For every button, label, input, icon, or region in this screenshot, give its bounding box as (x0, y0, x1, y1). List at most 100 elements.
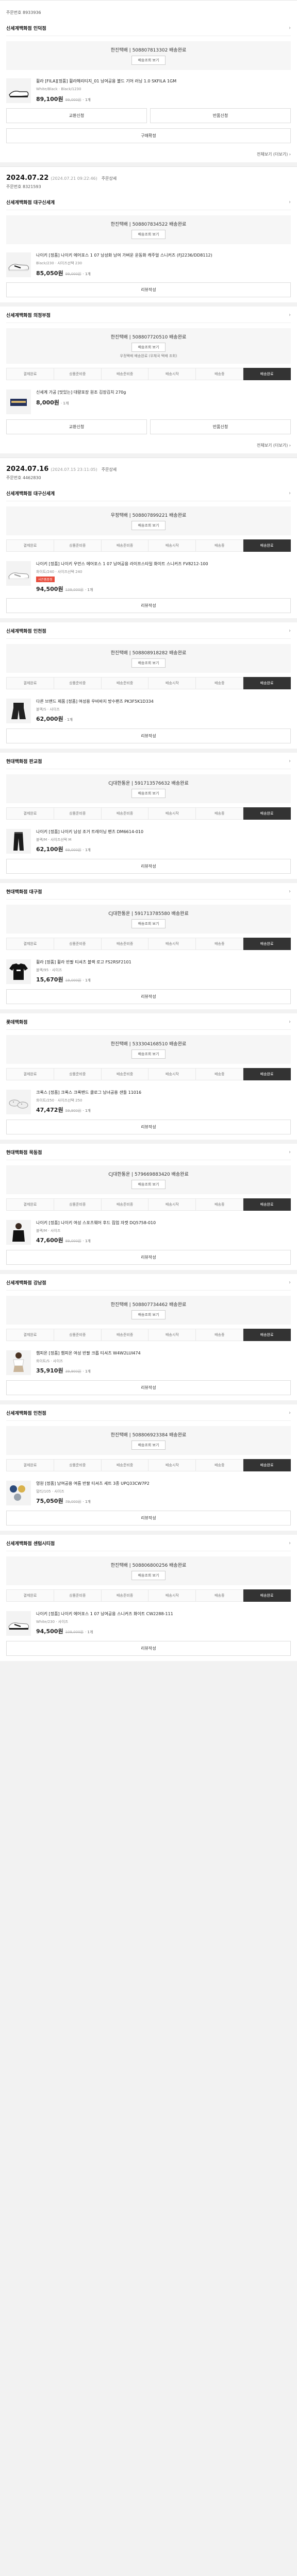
track-shipping-button[interactable]: 배송조회 보기 (131, 343, 166, 352)
product-thumbnail[interactable] (6, 1611, 31, 1636)
track-shipping-button[interactable]: 배송조회 보기 (131, 919, 166, 928)
review-button[interactable]: 리뷰작성 (6, 282, 291, 297)
product-thumbnail[interactable] (6, 389, 31, 414)
track-shipping-button[interactable]: 배송조회 보기 (131, 56, 166, 65)
product-name[interactable]: 휠라 [FILA][정품] 휠라헤리티지_01 남여공용 볼드 기어 러닝 1.… (36, 78, 291, 84)
shipping-status-box: 한진택배 | 508806923384 배송완료배송조회 보기 (6, 1426, 291, 1455)
product-thumbnail[interactable] (6, 959, 31, 984)
action-buttons: 교환신청 반품신청 (6, 419, 291, 439)
shop-header[interactable]: 현대백화점 판교점 › (6, 758, 291, 769)
product-name[interactable]: 크록스 [정품] 크록스 크록밴드 클로그 남녀공용 샌들 11016 (36, 1090, 291, 1096)
product-name[interactable]: 나이키 [정품] 나이키 에어포스 1 07 남성화 남여 가벼운 운동화 캐주… (36, 252, 291, 259)
review-button[interactable]: 리뷰작성 (6, 1119, 291, 1134)
order-item[interactable]: 다른 브랜드 제품 [정품] 여성용 우비바지 방수팬츠 PK3F5K1D334… (6, 694, 291, 728)
exchange-button[interactable]: 교환신청 (6, 419, 147, 434)
shop-name: 현대백화점 목동점 (6, 1150, 42, 1156)
review-button[interactable]: 리뷰작성 (6, 1380, 291, 1395)
order-detail-link[interactable]: 주문상세 (102, 467, 117, 472)
return-button[interactable]: 반품신청 (150, 419, 291, 434)
review-button[interactable]: 리뷰작성 (6, 989, 291, 1004)
track-shipping-button[interactable]: 배송조회 보기 (131, 1440, 166, 1450)
shop-header[interactable]: 신세계백화점 대구신세계 › (6, 199, 291, 210)
order-item[interactable]: 나이키 [정품] 나이키 여성 스포츠웨어 후드 집업 자켓 DQ5758-01… (6, 1216, 291, 1250)
review-button[interactable]: 리뷰작성 (6, 728, 291, 743)
action-buttons: 리뷰작성 (6, 1510, 291, 1531)
product-thumbnail[interactable] (6, 1350, 31, 1375)
product-name[interactable]: 신세계 가공 [맛있는] 대량포장 원조 김장김치 270g (36, 389, 291, 396)
track-shipping-button[interactable]: 배송조회 보기 (131, 1179, 166, 1189)
product-thumbnail[interactable] (6, 252, 31, 277)
shop-section: 현대백화점 목동점 › CJ대한통운 | 579669883420 배송완료 배송조회… (0, 1143, 297, 1270)
order-item[interactable]: 나이키 [정품] 나이키 에어포스 1 07 남여공용 스니커즈 화이트 CW2… (6, 1607, 291, 1641)
product-thumbnail[interactable] (6, 1089, 31, 1114)
delivery-step: 배송준비중 (101, 1067, 149, 1080)
product-thumbnail[interactable] (6, 1219, 31, 1245)
product-name[interactable]: 다른 브랜드 제품 [정품] 여성용 우비바지 방수팬츠 PK3F5K1D334 (36, 699, 291, 705)
order-item[interactable]: 챔피온 [정품] 챔피온 여성 반팔 크롭 티셔츠 W4W2LUI474 화이트/… (6, 1346, 291, 1380)
product-thumbnail[interactable] (6, 828, 31, 854)
section-separator (0, 453, 297, 457)
track-shipping-button[interactable]: 배송조회 보기 (131, 788, 166, 798)
shop-header[interactable]: 신세계백화점 강남점 › (6, 1279, 291, 1291)
shop-header[interactable]: 현대백화점 목동점 › (6, 1149, 291, 1160)
order-item[interactable]: 휠라 [정품] 휠라 반팔 티셔츠 블랙 로고 FS2RSF2101 블랙/95 … (6, 955, 291, 989)
review-button[interactable]: 리뷰작성 (6, 1249, 291, 1265)
order-item[interactable]: 크록스 [정품] 크록스 크록밴드 클로그 남녀공용 샌들 11016 화이트/2… (6, 1086, 291, 1120)
track-shipping-button[interactable]: 배송조회 보기 (131, 1570, 166, 1580)
product-price: 35,910원 39,900원 · 1개 (36, 1366, 291, 1375)
shop-section: 신세계백화점 의정부점 › 한진택배 | 508807720510 배송완료 배송조회… (0, 307, 297, 439)
shop-header[interactable]: 현대백화점 대구점 › (6, 888, 291, 900)
action-buttons: 리뷰작성 (6, 989, 291, 1009)
order-item[interactable]: 나이키 [정품] 나이키 에어포스 1 07 남성화 남여 가벼운 운동화 캐주… (6, 248, 291, 282)
order-detail-link[interactable]: 주문상세 (102, 176, 117, 181)
chevron-right-icon: › (289, 1279, 291, 1285)
section-separator (0, 748, 297, 753)
product-thumbnail[interactable] (6, 78, 31, 103)
track-shipping-button[interactable]: 배송조회 보기 (131, 230, 166, 239)
product-name[interactable]: 나이키 [정품] 나이키 우먼스 에어포스 1 07 남여공용 라이프스타일 화… (36, 561, 291, 567)
shipping-title: 한진택배 | 508806923384 배송완료 (110, 1432, 187, 1438)
product-name[interactable]: 나이키 [정품] 나이키 여성 스포츠웨어 후드 집업 자켓 DQ5758-01… (36, 1220, 291, 1226)
product-name[interactable]: 챔피온 [정품] 챔피온 여성 반팔 크롭 티셔츠 W4W2LUI474 (36, 1350, 291, 1357)
review-button[interactable]: 리뷰작성 (6, 1640, 291, 1656)
delivery-step: 상품준비중 (54, 937, 102, 950)
sale-price: 75,050원 (36, 1498, 63, 1504)
shop-header[interactable]: 롯데백화점 › (6, 1019, 291, 1030)
return-button[interactable]: 반품신청 (150, 108, 291, 123)
shipping-title: 한진택배 | 508806800256 배송완료 (110, 1563, 187, 1568)
shop-header[interactable]: 신세계백화점 인천점 › (6, 1410, 291, 1421)
view-more-link[interactable]: 전체보기 (더보기) › (0, 439, 297, 453)
track-shipping-button[interactable]: 배송조회 보기 (131, 1310, 166, 1319)
product-name[interactable]: 휠라 [정품] 휠라 반팔 티셔츠 블랙 로고 FS2RSF2101 (36, 959, 291, 965)
shop-header[interactable]: 신세계백화점 의정부점 › (6, 312, 291, 323)
order-item[interactable]: 영원 [정품] 남여공용 여름 반팔 티셔츠 세트 3종 UPQ33CW7P2 멀… (6, 1477, 291, 1511)
order-item[interactable]: 나이키 [정품] 나이키 남성 조거 트레이닝 팬츠 DM6614-010 블랙/… (6, 825, 291, 859)
review-button[interactable]: 리뷰작성 (6, 1510, 291, 1526)
order-item[interactable]: 나이키 [정품] 나이키 우먼스 에어포스 1 07 남여공용 라이프스타일 화… (6, 557, 291, 598)
delivery-steps: 결제완료 상품준비중 배송준비중 배송시작 배송중 배송완료 (6, 1067, 291, 1080)
product-name[interactable]: 나이키 [정품] 나이키 에어포스 1 07 남여공용 스니커즈 화이트 CW2… (36, 1611, 291, 1617)
track-shipping-button[interactable]: 배송조회 보기 (131, 658, 166, 668)
delivery-step: 배송완료 (243, 937, 291, 950)
exchange-button[interactable]: 교환신청 (6, 108, 147, 123)
review-button[interactable]: 리뷰작성 (6, 598, 291, 613)
shop-header[interactable]: 신세계백화점 인천점 › (6, 628, 291, 639)
view-more-link[interactable]: 전체보기 (더보기) › (0, 148, 297, 162)
review-button[interactable]: 리뷰작성 (6, 858, 291, 874)
delivery-steps: 결제완료 상품준비중 배송준비중 배송시작 배송중 배송완료 (6, 676, 291, 689)
product-thumbnail[interactable] (6, 698, 31, 723)
product-name[interactable]: 나이키 [정품] 나이키 남성 조거 트레이닝 팬츠 DM6614-010 (36, 829, 291, 835)
confirm-purchase-button[interactable]: 구매확정 (6, 128, 291, 143)
product-thumbnail[interactable] (6, 1480, 31, 1505)
order-item[interactable]: 휠라 [FILA][정품] 휠라헤리티지_01 남여공용 볼드 기어 러닝 1.… (6, 74, 291, 108)
product-name[interactable]: 영원 [정품] 남여공용 여름 반팔 티셔츠 세트 3종 UPQ33CW7P2 (36, 1481, 291, 1487)
order-item[interactable]: 신세계 가공 [맛있는] 대량포장 원조 김장김치 270g 8,000원 · 1개 (6, 385, 291, 419)
shop-header[interactable]: 신세계백화점 인덕점 › (6, 25, 291, 36)
shop-header[interactable]: 신세계백화점 센텀시티점 › (6, 1540, 291, 1551)
order-number: 주문번호 4462830 (6, 476, 41, 480)
track-shipping-button[interactable]: 배송조회 보기 (131, 1049, 166, 1059)
track-shipping-button[interactable]: 배송조회 보기 (131, 521, 166, 530)
delivery-step: 배송완료 (243, 1459, 291, 1471)
product-thumbnail[interactable] (6, 561, 31, 586)
shop-header[interactable]: 신세계백화점 대구신세계 › (6, 490, 291, 501)
